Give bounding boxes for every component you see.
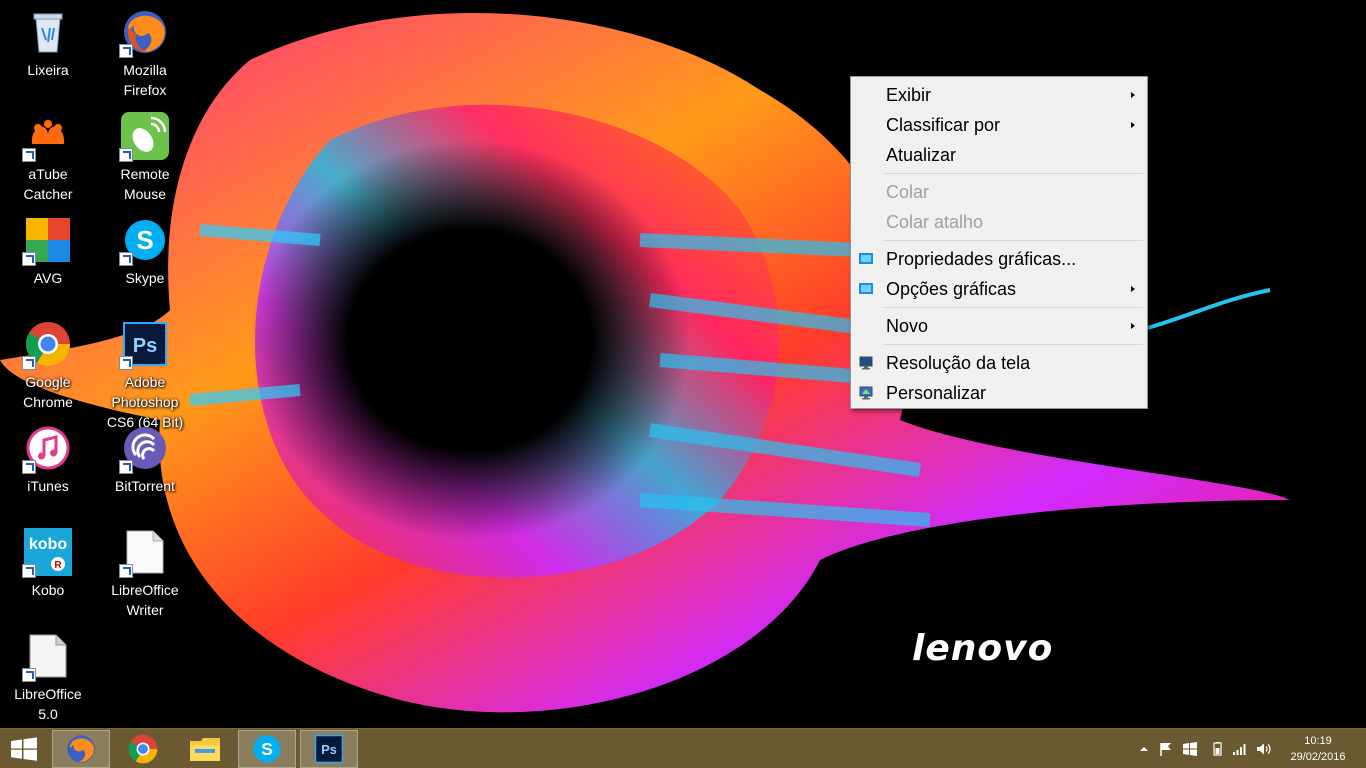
action-center-flag-icon[interactable]	[1158, 742, 1174, 756]
menu-separator	[883, 173, 1143, 174]
windows-logo-icon	[11, 737, 37, 761]
libreoffice-icon	[22, 632, 72, 682]
desktop-icon-kobo[interactable]: kobo R Kobo	[0, 522, 96, 626]
menu-item-exibir[interactable]: Exibir	[853, 80, 1145, 110]
taskbar-app-file-explorer[interactable]	[176, 730, 234, 768]
remote-mouse-icon	[119, 112, 169, 162]
show-hidden-icons-icon[interactable]	[1136, 742, 1152, 756]
desktop-icon-avg[interactable]: AVG	[0, 210, 96, 314]
svg-text:Ps: Ps	[133, 335, 157, 357]
menu-separator	[883, 344, 1143, 345]
volume-icon[interactable]	[1256, 742, 1272, 756]
bittorrent-icon	[119, 424, 169, 474]
personalize-icon	[859, 386, 873, 400]
desktop-icon-bittorrent[interactable]: BitTorrent	[97, 418, 193, 522]
desktop-icon-itunes[interactable]: iTunes	[0, 418, 96, 522]
skype-icon: S	[119, 216, 169, 266]
display-icon	[859, 356, 873, 370]
menu-item-novo[interactable]: Novo	[853, 311, 1145, 341]
libreoffice-writer-icon	[119, 528, 169, 578]
intel-graphics-icon	[859, 253, 873, 264]
menu-item-opcoes-graficas[interactable]: Opções gráficas	[853, 274, 1145, 304]
battery-icon[interactable]	[1210, 742, 1226, 756]
skype-icon: S	[253, 735, 281, 763]
clock-date: 29/02/2016	[1290, 751, 1346, 763]
menu-item-propriedades-graficas[interactable]: Propriedades gráficas...	[853, 244, 1145, 274]
start-button[interactable]	[0, 729, 48, 768]
menu-item-colar-atalho[interactable]: Colar atalho	[853, 207, 1145, 237]
file-explorer-icon	[190, 738, 220, 761]
submenu-arrow-icon	[1131, 122, 1135, 128]
menu-separator	[883, 240, 1143, 241]
wifi-signal-icon[interactable]	[1232, 742, 1248, 756]
firefox-icon	[67, 735, 95, 763]
desktop-icon-mozilla-firefox[interactable]: Mozilla Firefox	[97, 2, 193, 106]
desktop-icon-adobe-photoshop[interactable]: Ps Adobe Photoshop CS6 (64 Bit)	[97, 314, 193, 434]
menu-item-classificar-por[interactable]: Classificar por	[853, 110, 1145, 140]
avg-icon	[22, 216, 72, 266]
chrome-icon	[22, 320, 72, 370]
taskbar-clock[interactable]: 10:19 29/02/2016	[1282, 733, 1354, 765]
desktop-icon-libreoffice-writer[interactable]: LibreOffice Writer	[97, 522, 193, 626]
kobo-icon: kobo R	[22, 528, 72, 578]
desktop[interactable]: lenovo Lixeira aTube Catcher AVG Google …	[0, 0, 1366, 728]
taskbar-app-photoshop[interactable]: Ps	[300, 730, 358, 768]
svg-text:R: R	[54, 560, 62, 571]
taskbar-app-skype[interactable]: S	[238, 730, 296, 768]
wallpaper	[0, 12, 1290, 713]
desktop-icon-google-chrome[interactable]: Google Chrome	[0, 314, 96, 418]
photoshop-icon: Ps	[119, 320, 169, 370]
desktop-icon-skype[interactable]: S Skype	[97, 210, 193, 314]
recycle-bin-icon	[24, 8, 72, 56]
svg-text:S: S	[136, 225, 153, 255]
taskbar: S Ps 10:19 29/02/2016	[0, 728, 1366, 768]
desktop-icon-libreoffice[interactable]: LibreOffice 5.0	[0, 626, 96, 728]
submenu-arrow-icon	[1131, 286, 1135, 292]
svg-text:Ps: Ps	[321, 742, 337, 757]
menu-separator	[883, 307, 1143, 308]
svg-text:S: S	[261, 739, 273, 759]
itunes-icon	[22, 424, 72, 474]
atube-catcher-icon	[22, 112, 72, 162]
photoshop-icon: Ps	[315, 735, 343, 763]
taskbar-app-firefox[interactable]	[52, 730, 110, 768]
desktop-icon-atube-catcher[interactable]: aTube Catcher	[0, 106, 96, 210]
desktop-icon-remote-mouse[interactable]: Remote Mouse	[97, 106, 193, 210]
windows-update-icon[interactable]	[1182, 742, 1198, 756]
submenu-arrow-icon	[1131, 323, 1135, 329]
svg-text:kobo: kobo	[29, 536, 67, 553]
menu-item-resolucao-da-tela[interactable]: Resolução da tela	[853, 348, 1145, 378]
menu-item-personalizar[interactable]: Personalizar	[853, 378, 1145, 408]
chrome-icon	[128, 734, 158, 764]
firefox-icon	[119, 8, 169, 58]
menu-item-atualizar[interactable]: Atualizar	[853, 140, 1145, 170]
taskbar-app-chrome[interactable]	[114, 730, 172, 768]
desktop-context-menu: Exibir Classificar por Atualizar Colar C…	[850, 76, 1148, 409]
clock-time: 10:19	[1304, 735, 1332, 747]
submenu-arrow-icon	[1131, 92, 1135, 98]
menu-item-colar[interactable]: Colar	[853, 177, 1145, 207]
desktop-icon-recycle-bin[interactable]: Lixeira	[0, 2, 96, 106]
lenovo-logo: lenovo	[912, 628, 1054, 669]
intel-graphics-icon	[859, 283, 873, 294]
